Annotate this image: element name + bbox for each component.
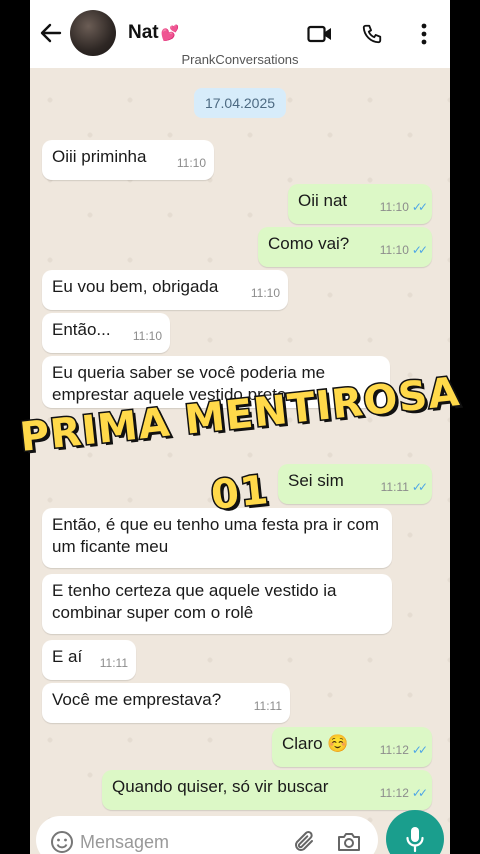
- message-bubble[interactable]: Oiii priminha 11:10: [42, 140, 214, 180]
- date-chip: 17.04.2025: [194, 88, 286, 118]
- emoji-icon[interactable]: [50, 830, 74, 854]
- message-bubble[interactable]: Claro ☺️ 11:12 ✓✓: [272, 727, 432, 767]
- message-text: Eu vou bem, obrigada: [52, 277, 219, 296]
- arrow-left-icon[interactable]: [38, 18, 64, 48]
- message-bubble[interactable]: E aí 11:11: [42, 640, 136, 680]
- double-check-icon: ✓✓: [411, 200, 428, 214]
- double-check-icon: ✓✓: [411, 743, 428, 757]
- message-time: 11:10: [176, 156, 206, 170]
- message-time: 11:12 ✓✓: [379, 782, 428, 804]
- channel-watermark: PrankConversations: [181, 52, 299, 67]
- avatar[interactable]: [70, 10, 116, 56]
- message-text: Então...: [52, 320, 111, 339]
- message-text: Oiii priminha: [52, 147, 147, 166]
- message-time: 11:12 ✓✓: [379, 739, 428, 761]
- paperclip-icon[interactable]: [292, 830, 316, 854]
- message-text: E aí: [52, 647, 83, 666]
- camera-icon[interactable]: [336, 830, 362, 854]
- message-time-text: 11:12: [379, 743, 409, 757]
- message-time-text: 11:10: [379, 243, 409, 257]
- message-text: Claro ☺️: [282, 734, 349, 753]
- message-time: 11:11: [99, 656, 128, 670]
- double-check-icon: ✓✓: [411, 786, 428, 800]
- heart-emoji: 💕: [160, 25, 180, 42]
- message-bubble[interactable]: Você me emprestava? 11:11: [42, 683, 290, 723]
- message-text: Oii nat: [298, 191, 348, 210]
- message-time: 11:10 ✓✓: [379, 239, 428, 261]
- phone-icon[interactable]: [358, 20, 386, 48]
- message-time: 11:11: [253, 699, 282, 713]
- message-text: E tenho certeza que aquele vestido ia co…: [52, 581, 337, 622]
- message-text: Como vai?: [268, 234, 350, 253]
- message-bubble[interactable]: Então... 11:10: [42, 313, 170, 353]
- message-time: 11:10 ✓✓: [379, 196, 428, 218]
- message-bubble[interactable]: Eu vou bem, obrigada 11:10: [42, 270, 288, 310]
- message-input[interactable]: Mensagem: [80, 832, 169, 853]
- message-bubble[interactable]: Como vai? 11:10 ✓✓: [258, 227, 432, 267]
- double-check-icon: ✓✓: [411, 243, 428, 257]
- message-time: 11:10: [250, 286, 280, 300]
- message-time-text: 11:12: [379, 786, 409, 800]
- message-bubble[interactable]: Oii nat 11:10 ✓✓: [288, 184, 432, 224]
- message-bubble[interactable]: Quando quiser, só vir buscar 11:12 ✓✓: [102, 770, 432, 810]
- video-camera-icon[interactable]: [306, 20, 334, 48]
- contact-name-text: Nat: [128, 22, 159, 43]
- microphone-icon[interactable]: [386, 810, 444, 854]
- message-bubble[interactable]: E tenho certeza que aquele vestido ia co…: [42, 574, 392, 634]
- message-time-text: 11:10: [379, 200, 409, 214]
- message-text: Quando quiser, só vir buscar: [112, 777, 329, 796]
- contact-name[interactable]: Nat 💕: [128, 22, 179, 44]
- message-text: Você me emprestava?: [52, 690, 222, 709]
- vertical-dots-icon[interactable]: [410, 20, 438, 48]
- message-time: 11:10: [132, 329, 162, 343]
